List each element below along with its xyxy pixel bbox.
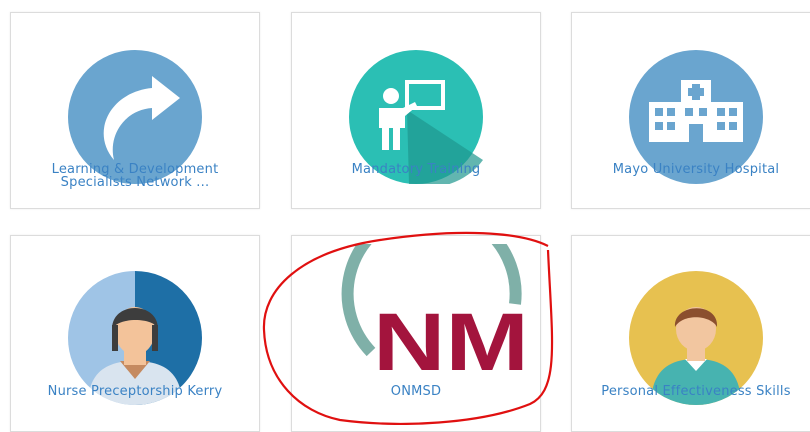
tile-mayo-university-hospital[interactable]: Mayo University Hospital [571, 12, 810, 209]
tile-nurse-preceptorship-kerry[interactable]: Nurse Preceptorship Kerry [10, 235, 260, 432]
onmsd-logo-icon: NM [341, 244, 529, 380]
tile-onmsd[interactable]: NM ONMSD [291, 235, 541, 432]
tile-label: Personal Effectiveness Skills [601, 384, 791, 399]
tile-label: Mayo University Hospital [612, 162, 780, 177]
tile-personal-effectiveness-skills[interactable]: Personal Effectiveness Skills [571, 235, 810, 432]
logo-text: NM [373, 297, 529, 380]
tile-learning-development[interactable]: Learning & Development Specialists Netwo… [10, 12, 260, 209]
tile-mandatory-training[interactable]: Mandatory Training [291, 12, 541, 209]
tile-label: ONMSD [390, 384, 442, 399]
tile-label: Mandatory Training [351, 162, 481, 177]
tile-label: Learning & Development Specialists Netwo… [51, 162, 219, 190]
tile-label: Nurse Preceptorship Kerry [47, 384, 223, 399]
